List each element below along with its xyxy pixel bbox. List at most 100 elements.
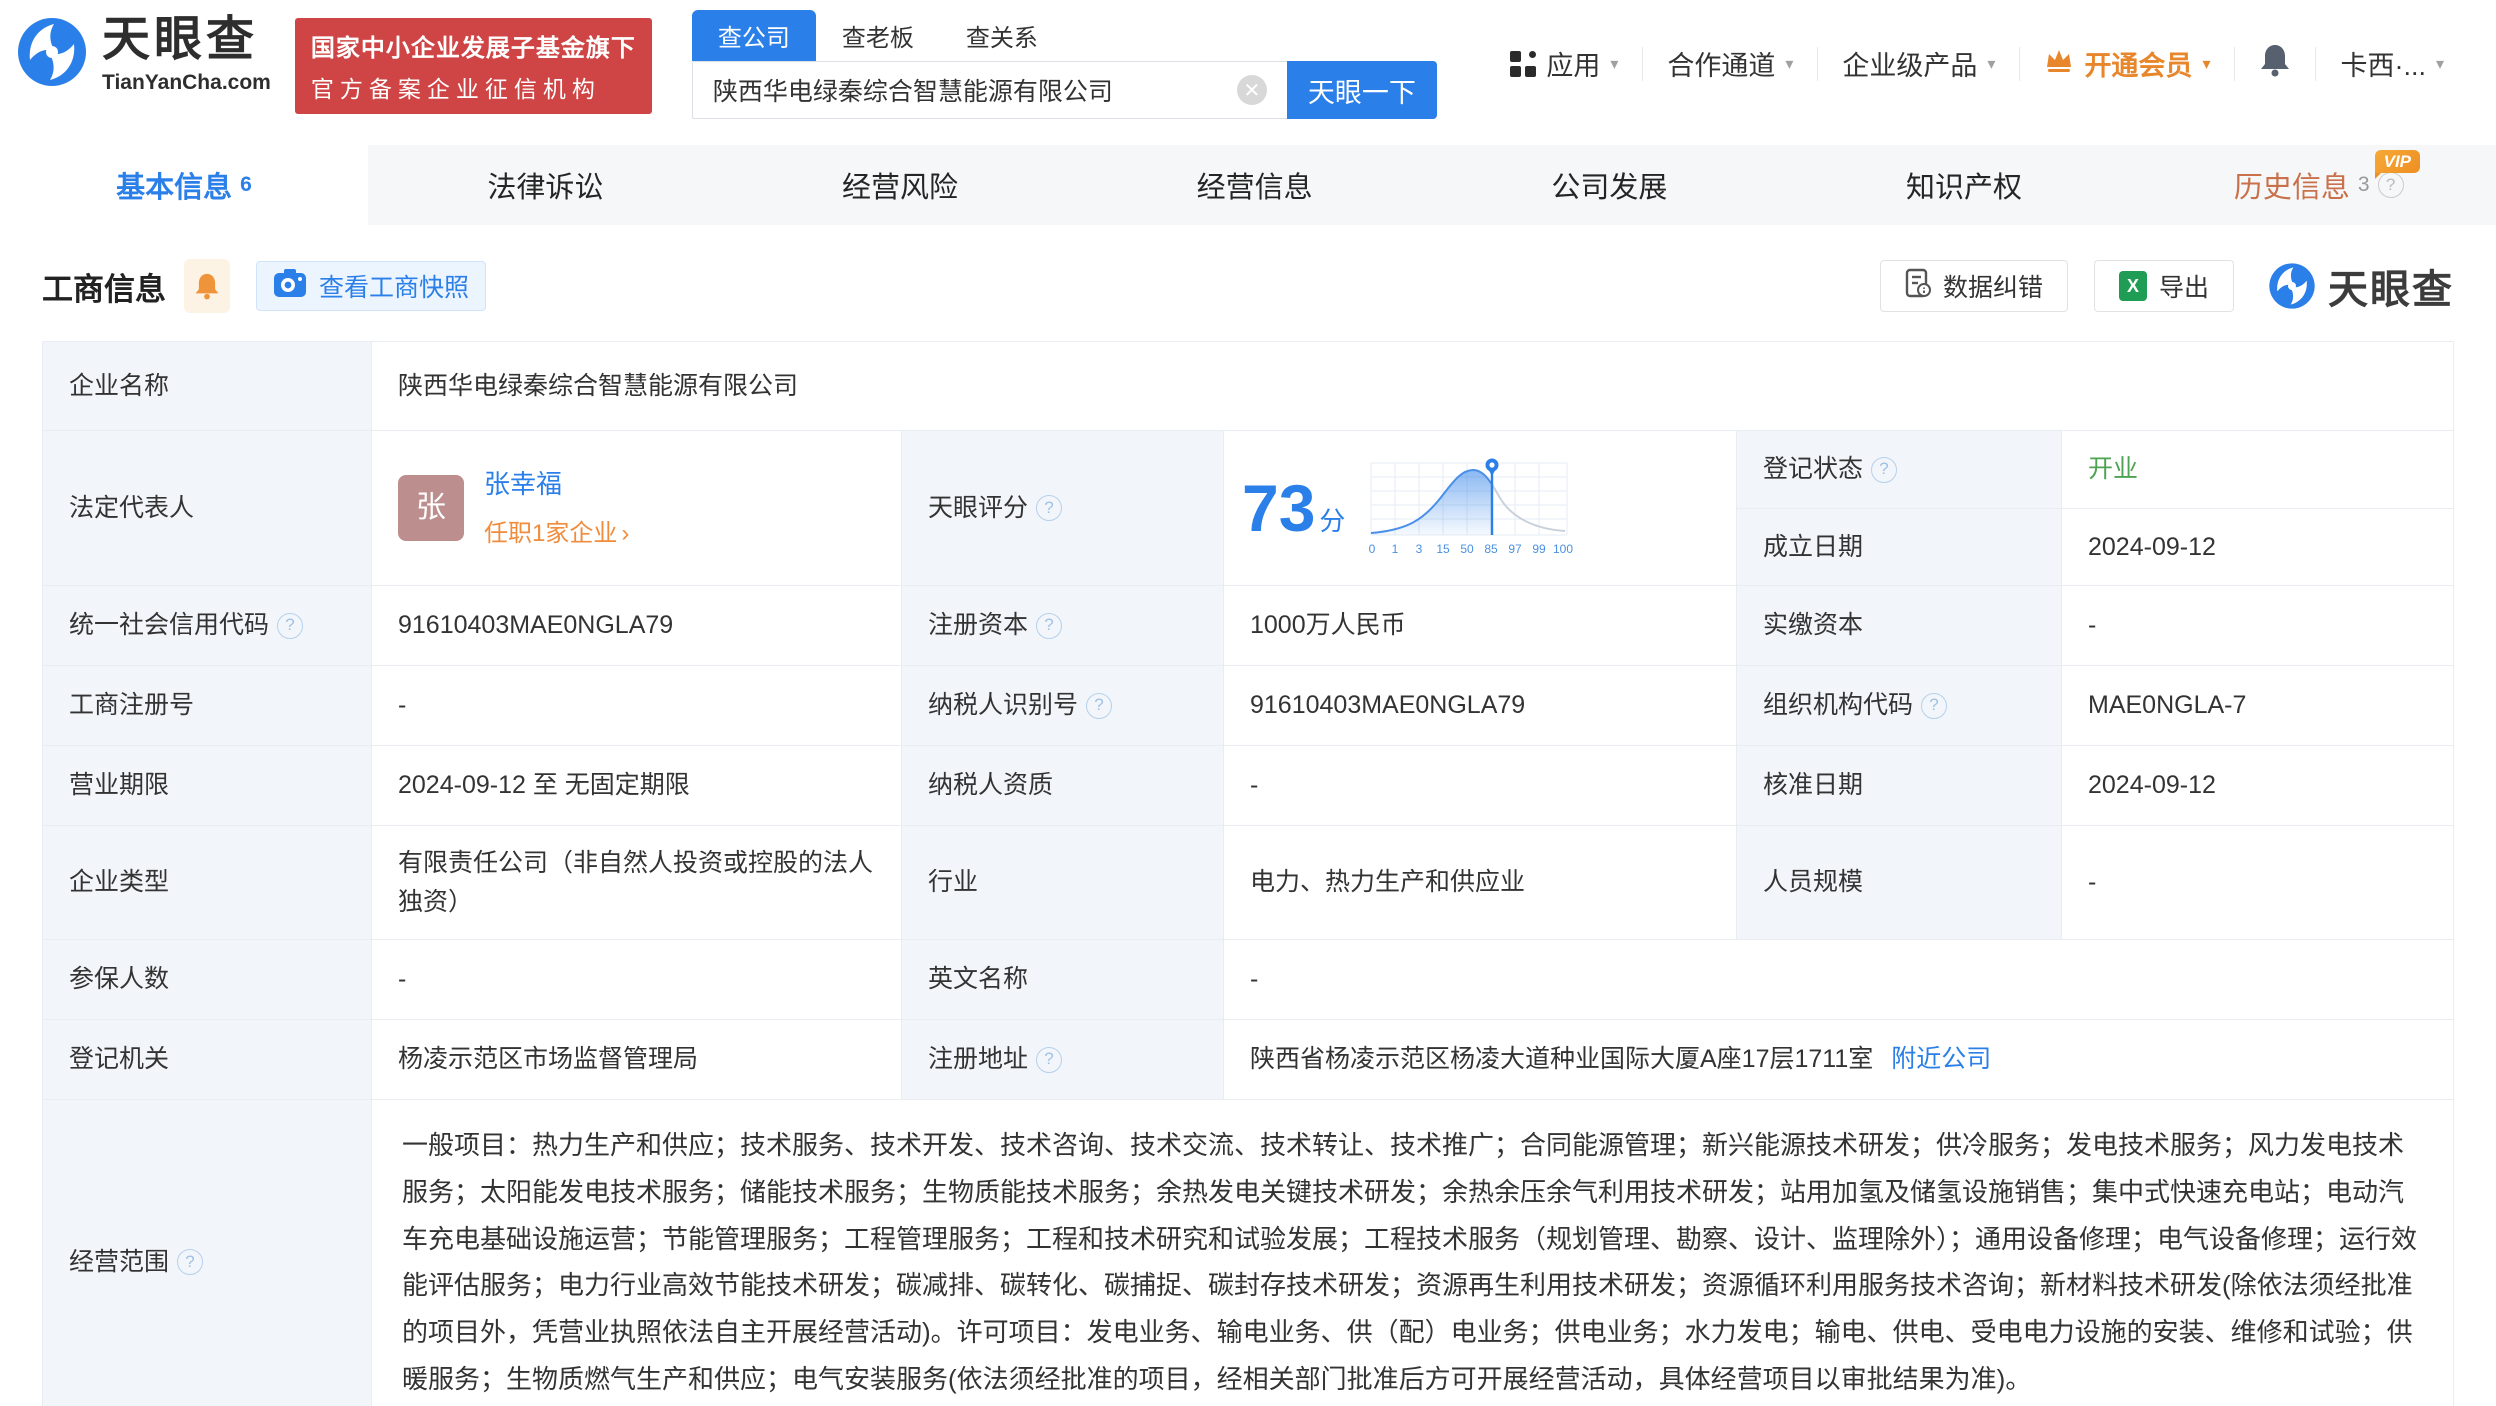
search-button[interactable]: 天眼一下 [1286, 61, 1437, 119]
credit-code-value: 91610403MAE0NGLA79 [371, 586, 901, 665]
tab-risk[interactable]: 经营风险 [723, 145, 1078, 225]
table-row: 统一社会信用代码 ? 91610403MAE0NGLA79 注册资本 ? 100… [43, 585, 2453, 665]
bell-icon [195, 273, 219, 300]
status-score-subgrid: 登记状态 ? 开业 天眼评分 ? 73 分 0 1 3 15 50 85 97 … [901, 431, 2453, 585]
industry-label: 行业 [901, 826, 1223, 939]
header: 天眼查 TianYanCha.com 国家中小企业发展子基金旗下 官方备案企业征… [0, 0, 2496, 145]
subscribe-bell-button[interactable] [184, 259, 230, 313]
tianyancha-logo[interactable]: 天眼查 TianYanCha.com [16, 13, 271, 95]
staff-size-value: - [2061, 826, 2453, 939]
rep-note-text: 任职1家企业 [484, 519, 618, 547]
tab-basic-label: 基本信息 [116, 172, 233, 204]
insured-count-value: - [371, 940, 901, 1019]
help-icon[interactable]: ? [1036, 612, 1063, 639]
org-code-value: MAE0NGLA-7 [2061, 666, 2453, 745]
snapshot-label: 查看工商快照 [319, 274, 470, 302]
legal-rep-companies-link[interactable]: 任职1家企业 › [484, 515, 629, 552]
reg-status-label-cell: 登记状态 ? [1736, 431, 2061, 508]
insured-count-label: 参保人数 [43, 940, 371, 1019]
english-name-label: 英文名称 [901, 940, 1223, 1019]
taxpayer-quality-label: 纳税人资质 [901, 746, 1223, 825]
logo-domain: TianYanCha.com [102, 70, 271, 94]
gov-badge: 国家中小企业发展子基金旗下 官方备案企业征信机构 [294, 18, 652, 114]
svg-text:15: 15 [1437, 542, 1451, 556]
paid-capital-value: - [2061, 586, 2453, 665]
camera-icon [273, 268, 307, 305]
search-input[interactable] [712, 75, 1237, 105]
reg-address-value-cell: 陕西省杨凌示范区杨凌大道种业国际大厦A座17层1711室 附近公司 [1223, 1020, 2453, 1099]
tab-operation[interactable]: 经营信息 [1077, 145, 1432, 225]
avatar[interactable]: 张 [398, 474, 464, 541]
gov-badge-line1: 国家中小企业发展子基金旗下 [310, 35, 636, 62]
table-row: 登记机关 杨凌示范区市场监督管理局 注册地址 ? 陕西省杨凌示范区杨凌大道种业国… [43, 1019, 2453, 1099]
svg-text:97: 97 [1509, 542, 1523, 556]
excel-icon: X [2118, 271, 2147, 301]
nav-item-partner[interactable]: 合作通道 ▾ [1643, 44, 1817, 83]
reg-authority-value: 杨凌示范区市场监督管理局 [371, 1020, 901, 1099]
help-icon[interactable]: ? [1086, 692, 1113, 719]
help-icon[interactable]: ? [1036, 495, 1063, 521]
legal-rep-cell: 张 张幸福 任职1家企业 › [371, 431, 901, 585]
help-icon[interactable]: ? [177, 1249, 204, 1276]
svg-text:85: 85 [1485, 542, 1499, 556]
reg-number-value: - [371, 666, 901, 745]
company-name-label: 企业名称 [43, 342, 371, 430]
org-code-label: 组织机构代码 [1763, 691, 1914, 720]
business-info-table: 企业名称 陕西华电绿秦综合智慧能源有限公司 法定代表人 张 张幸福 任职1家企业… [42, 341, 2454, 1406]
legal-rep-card: 张 张幸福 任职1家企业 › [398, 464, 629, 551]
tab-basic-info[interactable]: 基本信息 6 [0, 145, 368, 225]
search-tab-company[interactable]: 查公司 [691, 10, 816, 61]
paid-capital-label: 实缴资本 [1736, 586, 2061, 665]
legal-rep-info: 张幸福 任职1家企业 › [484, 464, 629, 551]
svg-text:3: 3 [1416, 542, 1423, 556]
help-icon[interactable]: ? [1921, 692, 1948, 719]
search-area: 查公司 查老板 查关系 ✕ 天眼一下 [691, 10, 1437, 119]
tab-operation-label: 经营信息 [1196, 172, 1313, 204]
approval-date-value: 2024-09-12 [2061, 746, 2453, 825]
help-icon[interactable]: ? [1871, 456, 1898, 483]
english-name-value: - [1223, 940, 2453, 1019]
search-tabs: 查公司 查老板 查关系 [691, 10, 1437, 61]
company-name-value: 陕西华电绿秦综合智慧能源有限公司 [371, 342, 2453, 430]
company-type-value: 有限责任公司（非自然人投资或控股的法人独资） [371, 826, 901, 939]
tab-ip[interactable]: 知识产权 [1787, 145, 2142, 225]
nav-item-apps[interactable]: 应用 ▾ [1486, 44, 1642, 83]
nav-item-enterprise[interactable]: 企业级产品 ▾ [1818, 44, 2019, 83]
score-distribution-chart: 0 1 3 15 50 85 97 99 100 [1369, 458, 1574, 556]
tab-development-label: 公司发展 [1551, 172, 1668, 204]
user-menu[interactable]: 卡西·... ▾ [2316, 44, 2468, 83]
tab-legal[interactable]: 法律诉讼 [368, 145, 723, 225]
nav-item-vip[interactable]: 开通会员 ▾ [2020, 44, 2234, 83]
clear-search-icon[interactable]: ✕ [1236, 75, 1267, 105]
business-scope-value: 一般项目：热力生产和供应；技术服务、技术开发、技术咨询、技术交流、技术转让、技术… [371, 1100, 2453, 1406]
svg-text:1: 1 [1392, 542, 1399, 556]
search-field: ✕ [691, 61, 1287, 119]
svg-text:50: 50 [1461, 542, 1475, 556]
search-tab-relation[interactable]: 查关系 [940, 10, 1064, 61]
notification-bell[interactable] [2235, 42, 2315, 85]
chevron-right-icon: › [621, 519, 630, 547]
search-tab-boss[interactable]: 查老板 [816, 10, 940, 61]
help-icon[interactable]: ? [2377, 172, 2404, 198]
export-button[interactable]: X 导出 [2093, 260, 2234, 312]
help-icon[interactable]: ? [277, 612, 304, 639]
taxpayer-quality-value: - [1223, 746, 1736, 825]
svg-text:99: 99 [1533, 542, 1547, 556]
snapshot-button[interactable]: 查看工商快照 [256, 261, 487, 311]
tianyancha-watermark-icon [2269, 263, 2315, 309]
tab-development[interactable]: 公司发展 [1432, 145, 1787, 225]
vip-badge: VIP [2374, 150, 2421, 179]
legal-rep-name-link[interactable]: 张幸福 [484, 464, 629, 504]
right-tools: 数据纠错 X 导出 天眼查 [1879, 257, 2454, 315]
section-title: 工商信息 [42, 271, 166, 307]
score-label: 天眼评分 [928, 493, 1029, 522]
tab-basic-count: 6 [240, 173, 252, 196]
table-row: 法定代表人 张 张幸福 任职1家企业 › 登记状态 ? 开业 天眼评分 ? 73… [43, 430, 2453, 585]
nav-enterprise-label: 企业级产品 [1842, 51, 1978, 81]
help-icon[interactable]: ? [1036, 1046, 1063, 1073]
nearby-companies-link[interactable]: 附近公司 [1891, 1040, 1991, 1079]
table-row: 企业名称 陕西华电绿秦综合智慧能源有限公司 [43, 342, 2453, 430]
reg-capital-value: 1000万人民币 [1223, 586, 1736, 665]
tab-history[interactable]: VIP 历史信息 3 ? [2141, 145, 2496, 225]
data-correction-button[interactable]: 数据纠错 [1879, 260, 2068, 312]
